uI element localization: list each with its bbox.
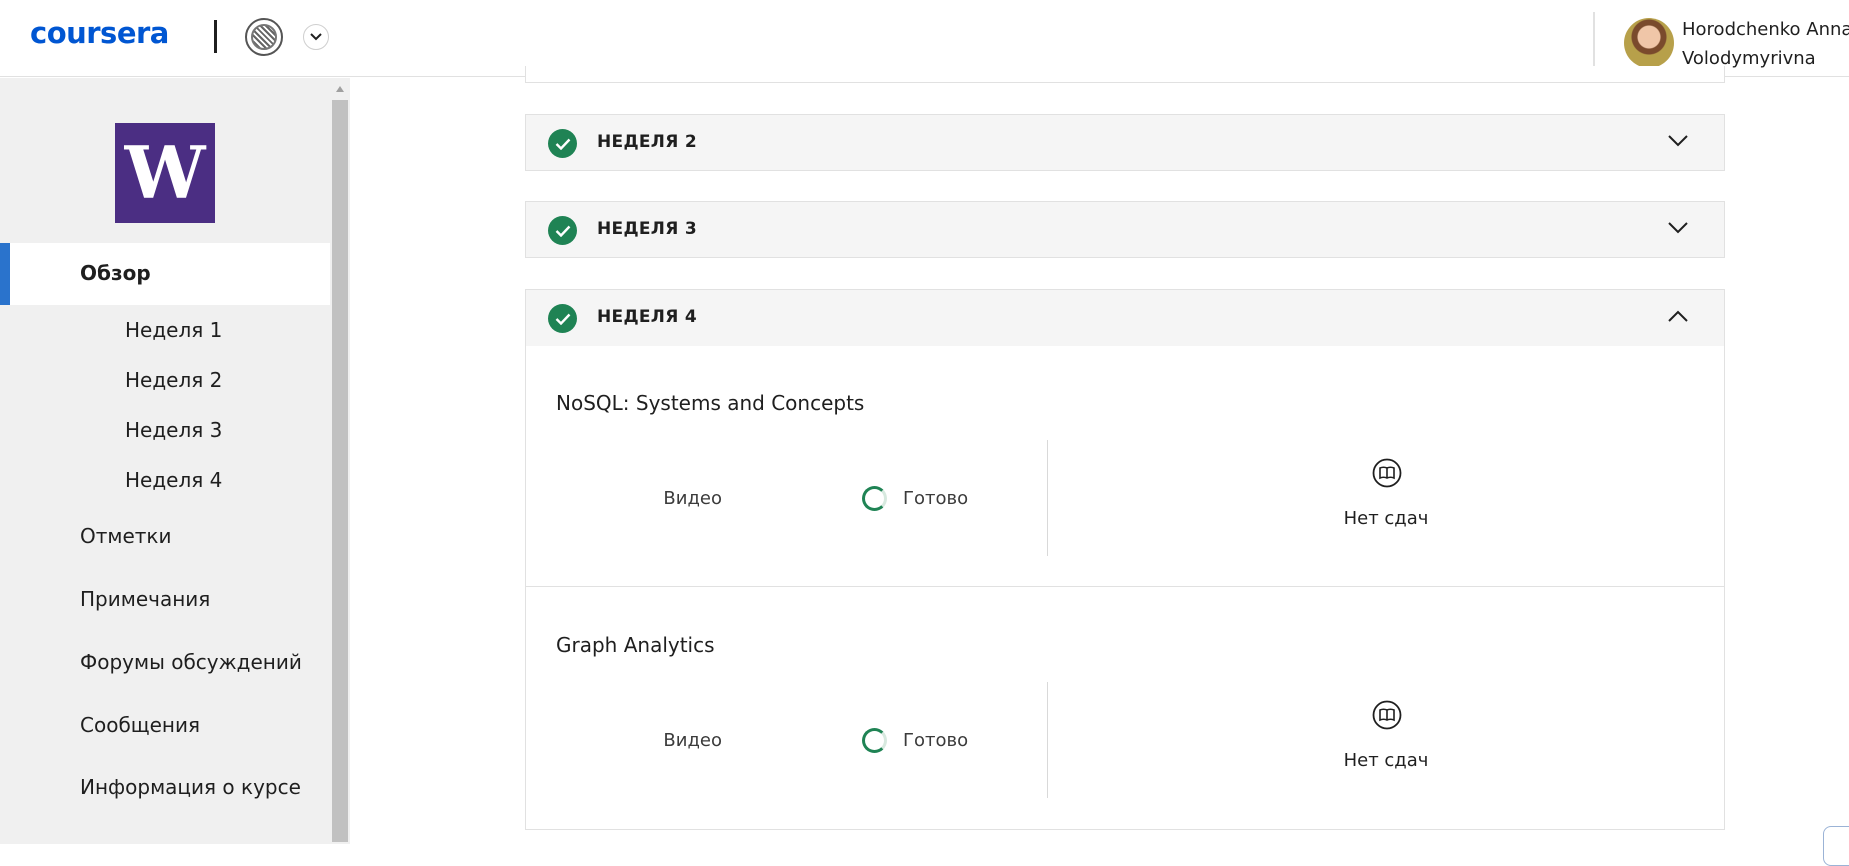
week-3-header[interactable]: НЕДЕЛЯ 3 — [525, 201, 1725, 258]
lesson-video-progress: Видео Готово — [526, 726, 1047, 756]
lesson-separator — [526, 586, 1724, 587]
video-label: Видео — [663, 488, 722, 509]
progress-ring-icon — [862, 728, 887, 753]
submissions-status: Нет сдач — [1343, 508, 1429, 529]
university-seal-icon[interactable] — [245, 18, 283, 56]
book-icon — [1372, 458, 1402, 488]
lesson-video-progress: Видео Готово — [526, 484, 1047, 514]
progress-ring-icon — [862, 486, 887, 511]
sidebar-scrollbar[interactable] — [330, 78, 350, 844]
partner-logo[interactable]: W — [115, 123, 215, 223]
week-title: НЕДЕЛЯ 3 — [597, 219, 697, 239]
sidebar-item-week-2[interactable]: Неделя 2 — [125, 368, 222, 392]
week-1-card-bottom — [525, 66, 1725, 83]
partner-logo-letter: W — [124, 130, 206, 215]
chevron-down-icon — [310, 33, 322, 41]
check-circle-icon — [548, 129, 577, 158]
avatar[interactable] — [1624, 18, 1674, 68]
video-label: Видео — [663, 730, 722, 751]
chevron-down-icon — [1668, 222, 1688, 234]
header-divider — [214, 20, 217, 53]
video-status: Готово — [903, 730, 969, 751]
book-icon — [1372, 700, 1402, 730]
help-widget-button[interactable] — [1823, 826, 1849, 866]
week-title: НЕДЕЛЯ 2 — [597, 132, 697, 152]
video-status: Готово — [903, 488, 969, 509]
lesson-submissions: Нет сдач — [1048, 700, 1724, 790]
scrollbar-thumb[interactable] — [332, 100, 348, 842]
chevron-up-icon — [1668, 310, 1688, 322]
chevron-down-icon — [1668, 135, 1688, 147]
lesson-submissions: Нет сдач — [1048, 458, 1724, 548]
scroll-up-arrow-icon[interactable] — [336, 86, 344, 92]
week-title: НЕДЕЛЯ 4 — [597, 307, 697, 327]
sidebar-item-forums[interactable]: Форумы обсуждений — [80, 650, 302, 674]
lesson-title[interactable]: Graph Analytics — [556, 633, 715, 657]
coursera-logo[interactable]: coursera — [30, 16, 169, 50]
sidebar-item-week-3[interactable]: Неделя 3 — [125, 418, 222, 442]
sidebar-item-overview[interactable]: Обзор — [0, 243, 330, 305]
sidebar-item-notes[interactable]: Примечания — [80, 587, 210, 611]
check-circle-icon — [548, 216, 577, 245]
week-4-header[interactable]: НЕДЕЛЯ 4 — [525, 289, 1725, 346]
sidebar-item-week-1[interactable]: Неделя 1 — [125, 318, 222, 342]
week-4-content: NoSQL: Systems and Concepts Видео Готово… — [525, 346, 1725, 830]
user-name[interactable]: Horodchenko Anna Volodymyrivna — [1682, 15, 1849, 73]
sidebar-item-label: Обзор — [80, 261, 151, 285]
course-sidebar: W Обзор Неделя 1 Неделя 2 Неделя 3 Недел… — [0, 78, 330, 844]
submissions-status: Нет сдач — [1343, 750, 1429, 771]
program-switcher-button[interactable] — [303, 24, 329, 50]
week-2-header[interactable]: НЕДЕЛЯ 2 — [525, 114, 1725, 171]
sidebar-item-grades[interactable]: Отметки — [80, 524, 172, 548]
user-name-line1: Horodchenko Anna — [1682, 19, 1849, 40]
check-circle-icon — [548, 304, 577, 333]
sidebar-item-week-4[interactable]: Неделя 4 — [125, 468, 222, 492]
sidebar-item-course-info[interactable]: Информация о курсе — [80, 775, 301, 799]
header-user-divider — [1593, 12, 1595, 72]
lesson-title[interactable]: NoSQL: Systems and Concepts — [556, 391, 864, 415]
sidebar-item-messages[interactable]: Сообщения — [80, 713, 200, 737]
